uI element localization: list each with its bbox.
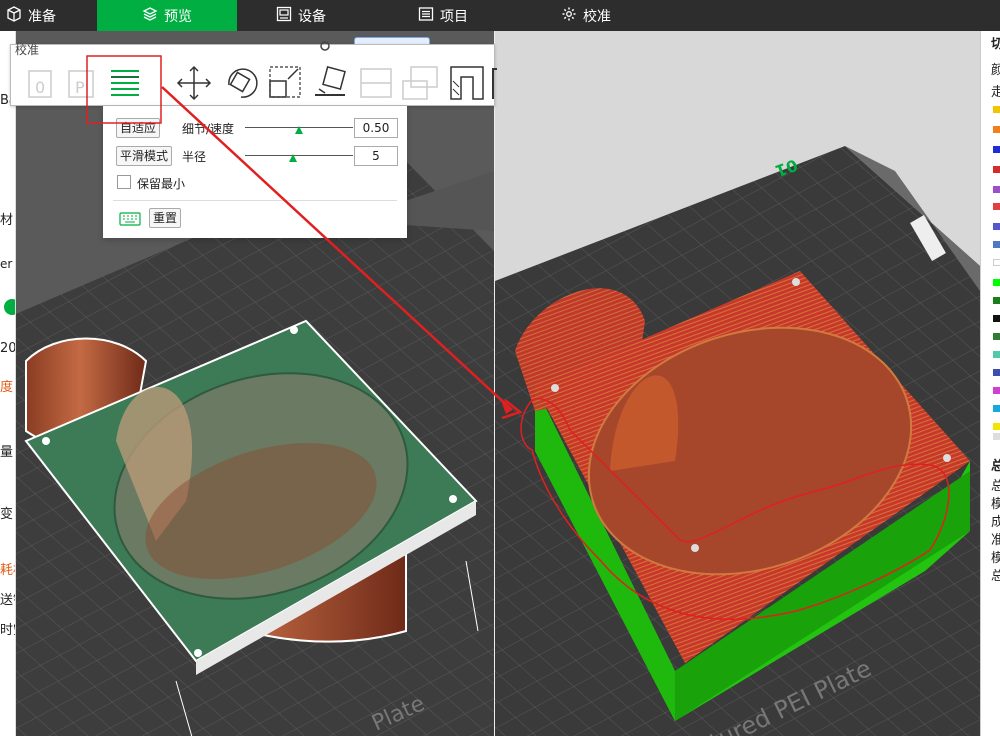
highlight-box: [86, 55, 162, 124]
annotation-arrow: [161, 86, 513, 411]
user-annotations: [86, 55, 950, 621]
freehand-outline: [520, 398, 950, 621]
